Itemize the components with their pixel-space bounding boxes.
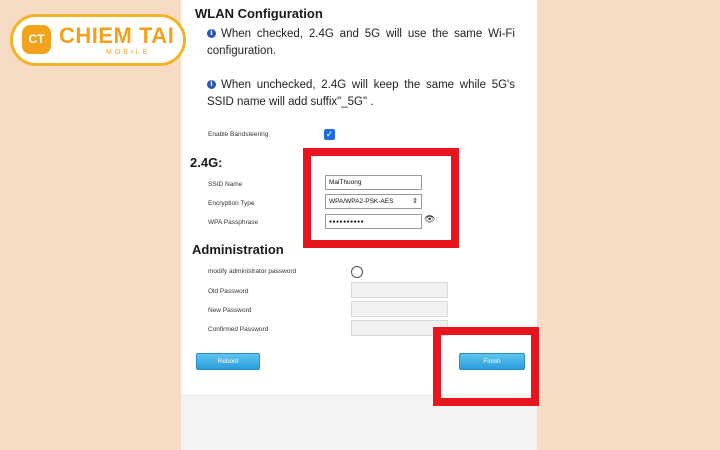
administration-heading: Administration <box>192 242 284 257</box>
logo-name: CHIEM TAI <box>59 23 175 48</box>
reboot-button[interactable]: Reboot <box>196 353 260 370</box>
ssid-name-label: SSID Name <box>208 181 243 188</box>
info-note-checked: i When checked, 2.4G and 5G will use the … <box>207 26 515 60</box>
checkmark-icon: ✓ <box>325 129 334 139</box>
bandsteering-label: Enable Bandsteering <box>208 131 269 138</box>
modify-admin-password-label: modify administrator password <box>208 268 297 275</box>
brand-logo: CT CHIEM TAI MOBILE <box>10 14 186 66</box>
new-password-input[interactable] <box>351 301 448 317</box>
wpa-passphrase-label: WPA Passphrase <box>208 219 259 226</box>
band-24g-heading: 2.4G: <box>190 155 223 170</box>
logo-badge: CT <box>22 25 51 54</box>
modify-admin-password-checkbox[interactable] <box>351 266 363 278</box>
info-icon: i <box>207 29 216 38</box>
highlight-box-wifi-settings <box>303 148 459 248</box>
old-password-label: Old Password <box>208 288 249 295</box>
new-password-label: New Password <box>208 307 252 314</box>
info-note-unchecked: i When unchecked, 2.4G will keep the same… <box>207 77 515 111</box>
wlan-config-title: WLAN Configuration <box>195 6 323 21</box>
highlight-box-finish <box>433 327 539 406</box>
old-password-input[interactable] <box>351 282 448 298</box>
info-note-unchecked-text: When unchecked, 2.4G will keep the same … <box>207 79 515 108</box>
bandsteering-checkbox[interactable]: ✓ <box>324 129 335 140</box>
confirmed-password-label: Confirmed Password <box>208 326 269 333</box>
logo-subtitle: MOBILE <box>106 49 151 56</box>
info-icon: i <box>207 80 216 89</box>
info-note-checked-text: When checked, 2.4G and 5G will use the s… <box>207 28 515 57</box>
encryption-type-label: Encryption Type <box>208 200 255 207</box>
